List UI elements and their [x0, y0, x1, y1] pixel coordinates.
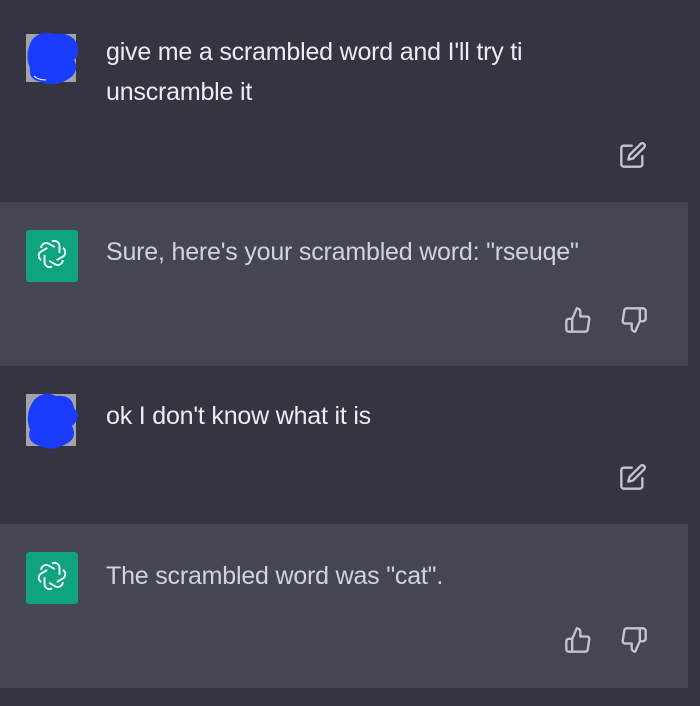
user-message: give me a scrambled word and I'll try ti… — [0, 0, 700, 202]
user-message-text: give me a scrambled word and I'll try ti… — [106, 32, 660, 112]
thumbs-up-button[interactable] — [563, 625, 593, 655]
edit-button[interactable] — [618, 140, 648, 170]
thumbs-up-icon — [564, 626, 592, 654]
message-line: unscramble it — [106, 78, 253, 106]
user-message: ok I don't know what it is — [0, 366, 700, 524]
thumbs-down-button[interactable] — [619, 625, 649, 655]
thumbs-up-icon — [564, 306, 592, 334]
assistant-message: The scrambled word was "cat". — [0, 524, 688, 688]
assistant-message-text: Sure, here's your scrambled word: "rseuq… — [106, 238, 579, 266]
assistant-message: Sure, here's your scrambled word: "rseuq… — [0, 202, 688, 366]
edit-button[interactable] — [618, 462, 648, 492]
thumbs-down-icon — [620, 626, 648, 654]
edit-icon — [619, 141, 647, 169]
user-message-text: ok I don't know what it is — [106, 402, 371, 430]
assistant-avatar — [26, 230, 78, 282]
thumbs-down-icon — [620, 306, 648, 334]
user-avatar — [26, 30, 78, 85]
openai-logo-icon — [35, 237, 69, 276]
message-line: give me a scrambled word and I'll try ti — [106, 38, 523, 66]
thumbs-up-button[interactable] — [563, 305, 593, 335]
assistant-avatar — [26, 552, 78, 604]
edit-icon — [619, 463, 647, 491]
assistant-message-text: The scrambled word was "cat". — [106, 562, 444, 590]
thumbs-down-button[interactable] — [619, 305, 649, 335]
user-avatar — [26, 392, 78, 449]
openai-logo-icon — [35, 559, 69, 598]
bottom-spacer — [0, 688, 700, 706]
chat-thread: give me a scrambled word and I'll try ti… — [0, 0, 700, 706]
